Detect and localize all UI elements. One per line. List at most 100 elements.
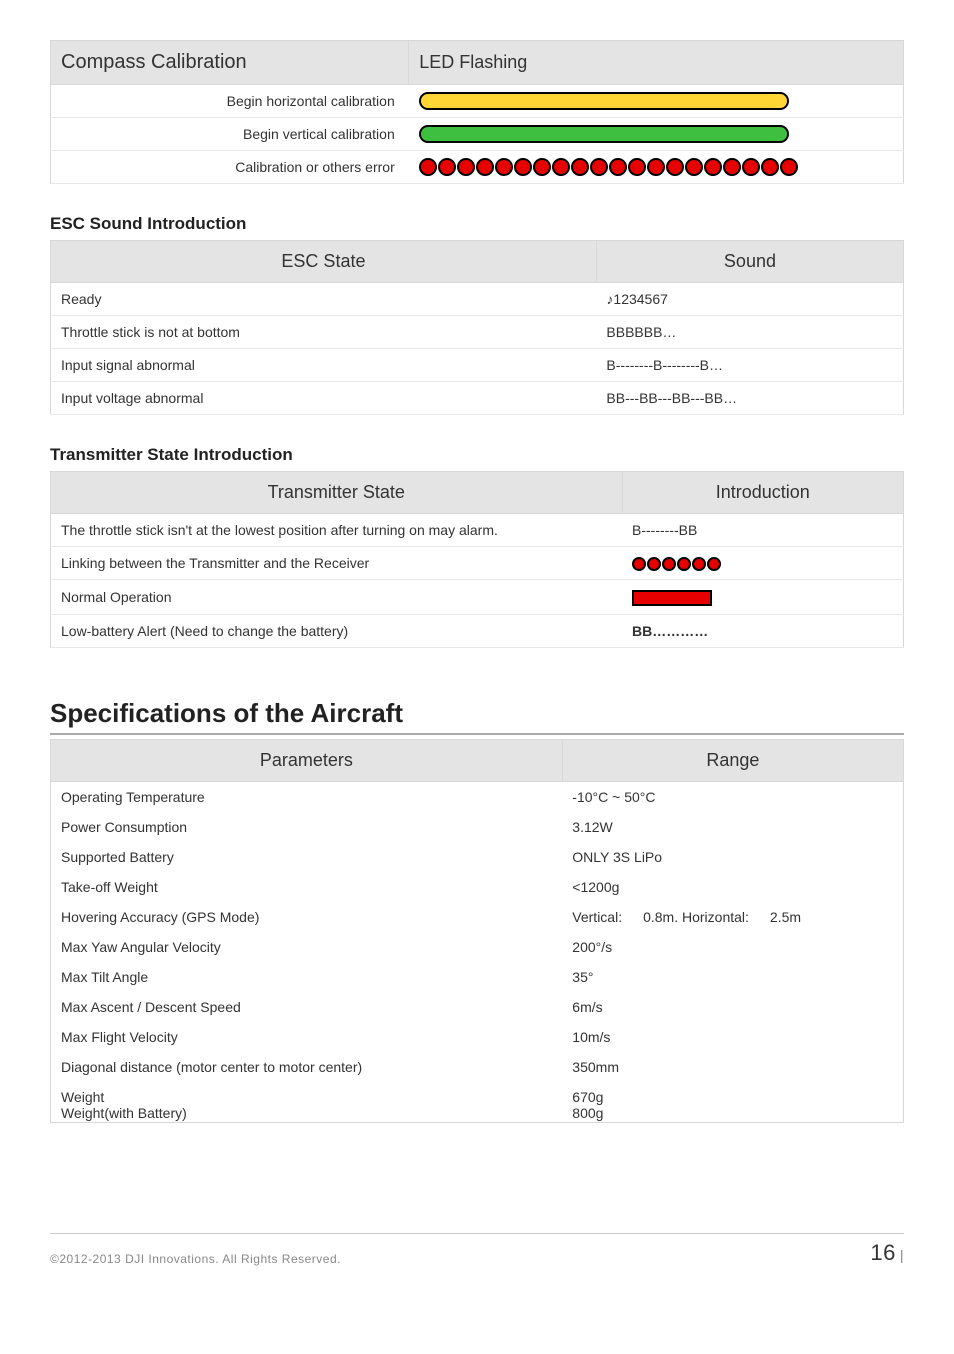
tx-heading: Transmitter State Introduction	[50, 445, 904, 465]
table-row: Max Flight Velocity10m/s	[51, 1022, 904, 1052]
compass-header-led: LED Flashing	[409, 41, 904, 85]
table-row: Take-off Weight<1200g	[51, 872, 904, 902]
esc-heading: ESC Sound Introduction	[50, 214, 904, 234]
tx-intro	[622, 580, 904, 614]
table-row: The throttle stick isn't at the lowest p…	[51, 514, 904, 547]
tx-state: Low-battery Alert (Need to change the ba…	[51, 614, 623, 647]
spec-param: Max Yaw Angular Velocity	[51, 932, 563, 962]
led-dot-icon	[552, 158, 570, 176]
esc-sound: B--------B--------B…	[596, 349, 903, 382]
led-dot-icon	[632, 557, 646, 571]
esc-state: Ready	[51, 283, 597, 316]
tx-header-intro: Introduction	[622, 472, 904, 514]
table-row: Throttle stick is not at bottomBBBBBB…	[51, 316, 904, 349]
led-dot-icon	[419, 158, 437, 176]
table-row: Max Ascent / Descent Speed6m/s	[51, 992, 904, 1022]
spec-range: <1200g	[562, 872, 903, 902]
led-dot-icon	[628, 158, 646, 176]
led-dot-icon	[647, 557, 661, 571]
led-dot-icon	[533, 158, 551, 176]
esc-state: Input voltage abnormal	[51, 382, 597, 415]
compass-row-led	[409, 85, 904, 118]
tx-intro-text: B--------BB	[632, 522, 697, 538]
led-dot-icon	[677, 557, 691, 571]
spec-param: Power Consumption	[51, 812, 563, 842]
led-dot-icon	[742, 158, 760, 176]
transmitter-state-table: Transmitter State Introduction The throt…	[50, 471, 904, 648]
tx-state: Linking between the Transmitter and the …	[51, 547, 623, 580]
tx-state: The throttle stick isn't at the lowest p…	[51, 514, 623, 547]
table-row: Power Consumption3.12W	[51, 812, 904, 842]
spec-range: 670g800g	[562, 1082, 903, 1123]
led-smalldots-red	[632, 555, 722, 571]
spec-param: Diagonal distance (motor center to motor…	[51, 1052, 563, 1082]
spec-range: ONLY 3S LiPo	[562, 842, 903, 872]
table-row: Operating Temperature-10°C ~ 50°C	[51, 781, 904, 812]
table-row: Supported BatteryONLY 3S LiPo	[51, 842, 904, 872]
led-dot-icon	[514, 158, 532, 176]
led-dot-icon	[438, 158, 456, 176]
table-row: Ready♪1234567	[51, 283, 904, 316]
table-row: Low-battery Alert (Need to change the ba…	[51, 614, 904, 647]
page-footer: ©2012-2013 DJI Innovations. All Rights R…	[50, 1233, 904, 1266]
led-dot-icon	[457, 158, 475, 176]
tx-intro-text: BB…………	[632, 623, 708, 639]
led-dot-icon	[707, 557, 721, 571]
spec-range: 350mm	[562, 1052, 903, 1082]
tx-intro: B--------BB	[622, 514, 904, 547]
compass-row-led	[409, 151, 904, 184]
spec-table: Parameters Range Operating Temperature-1…	[50, 739, 904, 1123]
esc-sound-table: ESC State Sound Ready♪1234567Throttle st…	[50, 240, 904, 415]
led-dot-icon	[761, 158, 779, 176]
table-row: Linking between the Transmitter and the …	[51, 547, 904, 580]
spec-range: 3.12W	[562, 812, 903, 842]
led-dot-icon	[685, 158, 703, 176]
table-row: WeightWeight(with Battery)670g800g	[51, 1082, 904, 1123]
spec-range: Vertical: 0.8m. Horizontal: 2.5m	[562, 902, 903, 932]
spec-range: -10°C ~ 50°C	[562, 781, 903, 812]
spec-range: 6m/s	[562, 992, 903, 1022]
spec-param: Operating Temperature	[51, 781, 563, 812]
table-row: Diagonal distance (motor center to motor…	[51, 1052, 904, 1082]
esc-header-sound: Sound	[596, 241, 903, 283]
esc-state: Input signal abnormal	[51, 349, 597, 382]
compass-row-label: Begin vertical calibration	[51, 118, 409, 151]
spec-tbody: Operating Temperature-10°C ~ 50°CPower C…	[51, 781, 904, 1122]
compass-row-label: Begin horizontal calibration	[51, 85, 409, 118]
led-dot-icon	[780, 158, 798, 176]
esc-header-state: ESC State	[51, 241, 597, 283]
spec-param: Max Tilt Angle	[51, 962, 563, 992]
compass-header-calibration: Compass Calibration	[51, 41, 409, 85]
spec-heading: Specifications of the Aircraft	[50, 698, 904, 735]
esc-state: Throttle stick is not at bottom	[51, 316, 597, 349]
tx-intro	[622, 547, 904, 580]
led-dot-icon	[476, 158, 494, 176]
spec-range: 200°/s	[562, 932, 903, 962]
table-row: Input voltage abnormalBB---BB---BB---BB…	[51, 382, 904, 415]
led-dot-icon	[723, 158, 741, 176]
table-row: Normal Operation	[51, 580, 904, 614]
tx-state: Normal Operation	[51, 580, 623, 614]
led-dot-icon	[662, 557, 676, 571]
led-dot-icon	[571, 158, 589, 176]
tx-header-state: Transmitter State	[51, 472, 623, 514]
led-dot-icon	[609, 158, 627, 176]
led-bar-red	[632, 590, 712, 606]
page-number: 16|	[870, 1240, 904, 1266]
spec-param: Take-off Weight	[51, 872, 563, 902]
compass-tbody: Begin horizontal calibrationBegin vertic…	[51, 85, 904, 184]
spec-header-param: Parameters	[51, 739, 563, 781]
led-dot-icon	[692, 557, 706, 571]
led-dot-icon	[666, 158, 684, 176]
footer-copyright: ©2012-2013 DJI Innovations. All Rights R…	[50, 1252, 341, 1266]
esc-tbody: Ready♪1234567Throttle stick is not at bo…	[51, 283, 904, 415]
spec-range: 10m/s	[562, 1022, 903, 1052]
table-row: Calibration or others error	[51, 151, 904, 184]
table-row: Max Yaw Angular Velocity200°/s	[51, 932, 904, 962]
compass-row-led	[409, 118, 904, 151]
table-row: Input signal abnormalB--------B--------B…	[51, 349, 904, 382]
table-row: Max Tilt Angle35°	[51, 962, 904, 992]
spec-range: 35°	[562, 962, 903, 992]
compass-row-label: Calibration or others error	[51, 151, 409, 184]
esc-sound: ♪1234567	[596, 283, 903, 316]
